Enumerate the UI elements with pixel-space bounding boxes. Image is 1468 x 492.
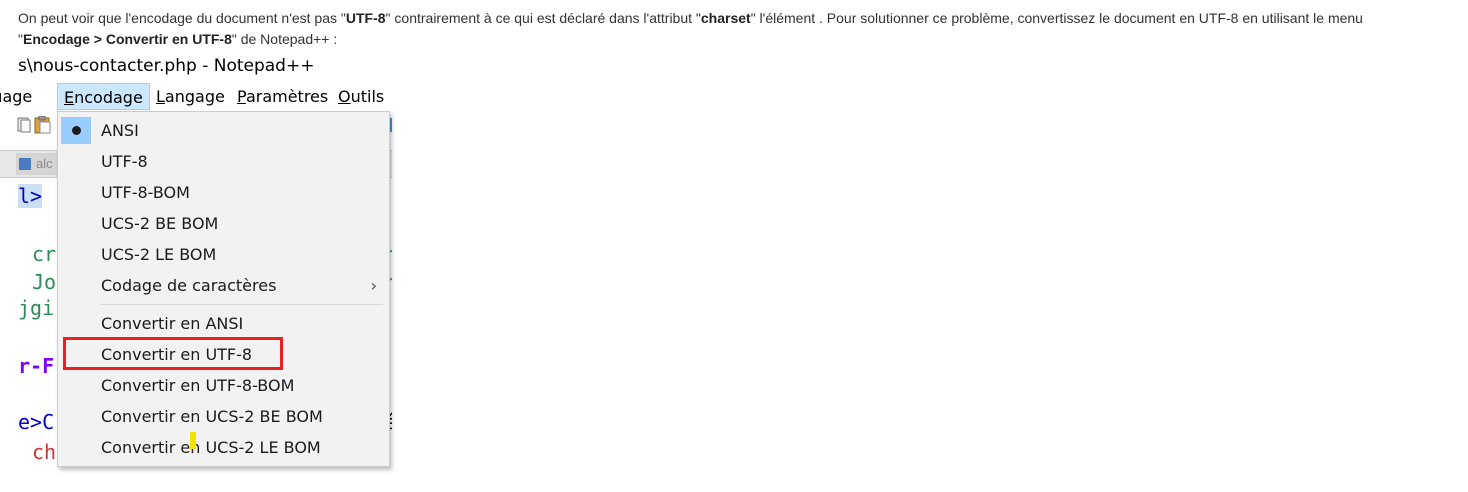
tab-label: alc: [36, 156, 53, 171]
intro-text-1: On peut voir que l'encodage du document …: [18, 10, 346, 26]
intro-paragraph: On peut voir que l'encodage du document …: [18, 8, 1458, 50]
menu-outils-label: utils: [350, 87, 385, 106]
menu-bar: ıage Encodage Langage Paramètres Outils: [0, 83, 392, 110]
code-line-2: cr: [32, 242, 57, 266]
intro-bold-utf8: UTF-8: [345, 10, 386, 26]
menu-separator: [101, 304, 383, 305]
menu-item-ucs2-be-bom[interactable]: UCS-2 BE BOM: [58, 208, 389, 239]
menu-item-utf8-label: UTF-8: [101, 152, 148, 171]
paste-icon[interactable]: [34, 115, 51, 134]
menu-item-utf8[interactable]: UTF-8: [58, 146, 389, 177]
paste-icon-svg: [34, 115, 51, 134]
code-line-6: e>C: [18, 410, 54, 434]
code-line-3: Jo: [32, 270, 57, 294]
code-line-1-text: l>: [18, 184, 43, 208]
intro-bold-charset: charset: [700, 10, 751, 26]
menu-encodage[interactable]: Encodage: [57, 83, 150, 110]
menu-item-ucs2-le-bom-label: UCS-2 LE BOM: [101, 245, 217, 264]
menu-langage-label: angage: [164, 87, 225, 106]
menu-affichage-label: ıage: [0, 87, 33, 106]
radio-dot-icon: [72, 126, 81, 135]
menu-item-ucs2-le-bom[interactable]: UCS-2 LE BOM: [58, 239, 389, 270]
menu-item-utf8-bom[interactable]: UTF-8-BOM: [58, 177, 389, 208]
menu-langage-accel: L: [156, 87, 165, 106]
chevron-right-icon: ›: [370, 276, 377, 295]
encoding-dropdown-menu: ANSI UTF-8 UTF-8-BOM UCS-2 BE BOM UCS-2 …: [57, 111, 390, 467]
code-line-1: l>: [18, 184, 43, 208]
menu-item-convertir-ucs2-be-bom-label: Convertir en UCS-2 BE BOM: [101, 407, 323, 426]
menu-item-ansi-label: ANSI: [101, 121, 139, 140]
menu-item-convertir-utf8-bom[interactable]: Convertir en UTF-8-BOM: [58, 370, 389, 401]
code-line-5: r-F: [18, 354, 55, 378]
menu-item-utf8-bom-label: UTF-8-BOM: [101, 183, 190, 202]
menu-parametres-accel: P: [237, 87, 246, 106]
menu-item-convertir-utf8-bom-label: Convertir en UTF-8-BOM: [101, 376, 295, 395]
file-icon: [19, 158, 31, 170]
menu-item-ansi[interactable]: ANSI: [58, 115, 389, 146]
menu-item-convertir-ucs2-le-bom-label: Convertir en UCS-2 LE BOM: [101, 438, 321, 457]
intro-text-3: " l'élément . Pour solutionner ce problè…: [750, 10, 1363, 26]
code-line-6-text: e>C: [18, 410, 55, 434]
menu-parametres[interactable]: Paramètres: [231, 83, 334, 110]
menu-outils-accel: O: [338, 87, 351, 106]
intro-text-5: " de Notepad++ :: [231, 31, 338, 47]
code-line-7: ch: [32, 440, 57, 464]
code-line-4: jgi: [18, 296, 55, 320]
menu-item-ucs2-be-bom-label: UCS-2 BE BOM: [101, 214, 219, 233]
menu-langage[interactable]: Langage: [150, 83, 231, 110]
intro-bold-menu-path: Encodage > Convertir en UTF-8: [22, 31, 232, 47]
menu-item-codage-caracteres[interactable]: Codage de caractères ›: [58, 270, 389, 301]
menu-item-convertir-ansi[interactable]: Convertir en ANSI: [58, 308, 389, 339]
copy-icon[interactable]: [16, 116, 32, 134]
menu-parametres-label: aramètres: [245, 87, 329, 106]
copy-icon-svg: [17, 117, 31, 133]
menu-item-convertir-ansi-label: Convertir en ANSI: [101, 314, 244, 333]
intro-text-2: " contrairement à ce qui est déclaré dan…: [385, 10, 701, 26]
check-indicator: [61, 117, 91, 144]
menu-item-convertir-ucs2-be-bom[interactable]: Convertir en UCS-2 BE BOM: [58, 401, 389, 432]
highlight-box-convertir-utf8: [63, 337, 283, 370]
menu-encodage-label: ncodage: [74, 88, 143, 107]
menu-affichage[interactable]: ıage: [0, 83, 38, 110]
menu-item-convertir-ucs2-le-bom[interactable]: Convertir en UCS-2 LE BOM: [58, 432, 389, 463]
text-cursor-marker: [190, 432, 196, 449]
menu-outils[interactable]: Outils: [332, 83, 390, 110]
menu-encodage-accel: E: [64, 88, 75, 107]
menu-item-codage-caracteres-label: Codage de caractères: [101, 276, 277, 295]
window-title: s\nous-contacter.php - Notepad++: [18, 56, 315, 76]
